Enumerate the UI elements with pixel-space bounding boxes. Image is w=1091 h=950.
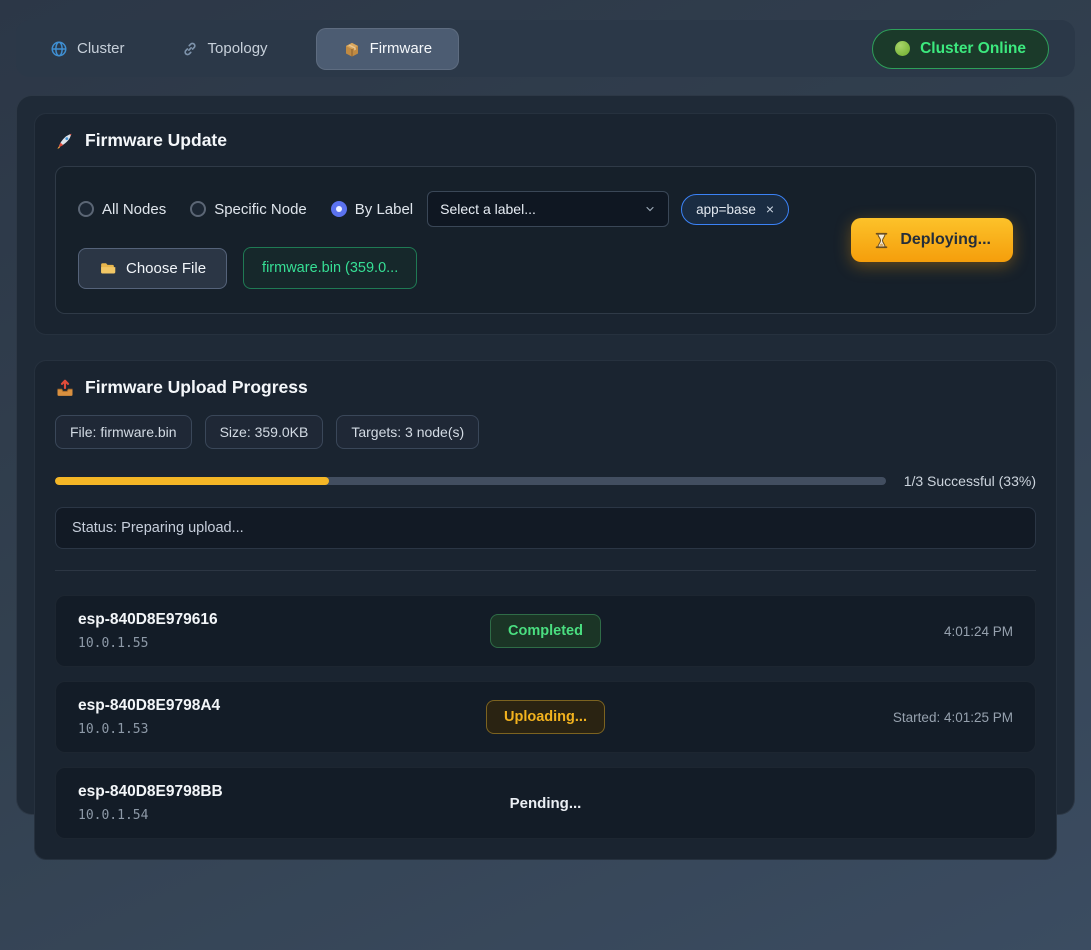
firmware-update-card: Firmware Update All Nodes Specific Node …	[34, 113, 1057, 335]
node-ip: 10.0.1.55	[78, 636, 490, 651]
nav-tab-label: Firmware	[370, 40, 433, 57]
card-title-text: Firmware Upload Progress	[85, 377, 308, 398]
upload-meta-row: File: firmware.bin Size: 359.0KB Targets…	[55, 415, 1036, 449]
size-badge: Size: 359.0KB	[205, 415, 324, 449]
node-name: esp-840D8E9798BB	[78, 783, 510, 801]
label-tag-text: app=base	[696, 202, 756, 217]
progress-bar	[55, 477, 886, 485]
nav-tab-firmware[interactable]: Firmware	[316, 28, 460, 70]
divider	[55, 570, 1036, 571]
progress-label: 1/3 Successful (33%)	[904, 473, 1036, 489]
label-tag-app-base: app=base ×	[681, 194, 789, 225]
radio-circle-icon[interactable]	[190, 201, 206, 217]
cluster-online-badge[interactable]: Cluster Online	[872, 29, 1049, 69]
radio-circle-icon[interactable]	[78, 201, 94, 217]
node-identity: esp-840D8E9798BB 10.0.1.54	[78, 783, 510, 823]
node-name: esp-840D8E979616	[78, 611, 490, 629]
radio-by-label[interactable]: By Label	[331, 201, 413, 218]
status-text-pending: Pending...	[510, 795, 582, 812]
node-row-esp-979616: esp-840D8E979616 10.0.1.55 Completed 4:0…	[55, 595, 1036, 667]
firmware-update-title: Firmware Update	[55, 130, 1036, 151]
select-placeholder: Select a label...	[440, 201, 536, 217]
status-message-box: Status: Preparing upload...	[55, 507, 1036, 549]
node-ip: 10.0.1.53	[78, 722, 486, 737]
card-title-text: Firmware Update	[85, 130, 227, 151]
cluster-status-label: Cluster Online	[920, 40, 1026, 58]
node-row-esp-9798bb: esp-840D8E9798BB 10.0.1.54 Pending...	[55, 767, 1036, 839]
node-row-esp-9798a4: esp-840D8E9798A4 10.0.1.53 Uploading... …	[55, 681, 1036, 753]
radio-label: All Nodes	[102, 201, 166, 218]
chevron-down-icon	[644, 203, 656, 215]
node-identity: esp-840D8E979616 10.0.1.55	[78, 611, 490, 651]
label-select-dropdown[interactable]: Select a label...	[427, 191, 669, 227]
radio-specific-node[interactable]: Specific Node	[190, 201, 307, 218]
node-timestamp: Started: 4:01:25 PM	[893, 710, 1013, 725]
node-identity: esp-840D8E9798A4 10.0.1.53	[78, 697, 486, 737]
upload-tray-icon	[55, 378, 75, 398]
folder-icon	[99, 260, 116, 277]
radio-circle-icon[interactable]	[331, 201, 347, 217]
nav-tab-topology[interactable]: Topology	[173, 30, 276, 68]
green-dot-icon	[895, 41, 910, 56]
radio-all-nodes[interactable]: All Nodes	[78, 201, 166, 218]
file-badge: File: firmware.bin	[55, 415, 192, 449]
target-mode-row: All Nodes Specific Node By Label Select …	[78, 191, 789, 227]
selected-file-chip: firmware.bin (359.0...	[243, 247, 417, 289]
radio-label: Specific Node	[214, 201, 307, 218]
package-icon	[343, 40, 361, 58]
link-icon	[181, 40, 199, 58]
upload-progress-card: Firmware Upload Progress File: firmware.…	[34, 360, 1057, 860]
file-row: Choose File firmware.bin (359.0...	[78, 247, 789, 289]
hourglass-icon	[873, 232, 890, 249]
deploy-controls: All Nodes Specific Node By Label Select …	[78, 191, 789, 289]
upload-progress-title: Firmware Upload Progress	[55, 377, 1036, 398]
choose-file-button[interactable]: Choose File	[78, 248, 227, 289]
nav-tab-label: Topology	[208, 40, 268, 57]
nav-tab-label: Cluster	[77, 40, 125, 57]
progress-row: 1/3 Successful (33%)	[55, 473, 1036, 489]
main-content: Firmware Update All Nodes Specific Node …	[16, 95, 1075, 815]
status-badge-uploading: Uploading...	[486, 700, 605, 734]
top-navbar: Cluster Topology Firmware Cluster Online	[16, 20, 1075, 77]
choose-file-label: Choose File	[126, 260, 206, 277]
node-timestamp: 4:01:24 PM	[944, 624, 1013, 639]
node-name: esp-840D8E9798A4	[78, 697, 486, 715]
rocket-icon	[55, 131, 75, 151]
close-icon[interactable]: ×	[766, 202, 774, 216]
deploy-panel: All Nodes Specific Node By Label Select …	[55, 166, 1036, 314]
deploy-button[interactable]: Deploying...	[851, 218, 1013, 262]
progress-bar-fill	[55, 477, 329, 485]
deploy-button-label: Deploying...	[900, 231, 991, 249]
status-badge-completed: Completed	[490, 614, 601, 648]
targets-badge: Targets: 3 node(s)	[336, 415, 479, 449]
radio-label: By Label	[355, 201, 413, 218]
nav-tab-cluster[interactable]: Cluster	[42, 30, 133, 68]
node-ip: 10.0.1.54	[78, 808, 510, 823]
globe-icon	[50, 40, 68, 58]
